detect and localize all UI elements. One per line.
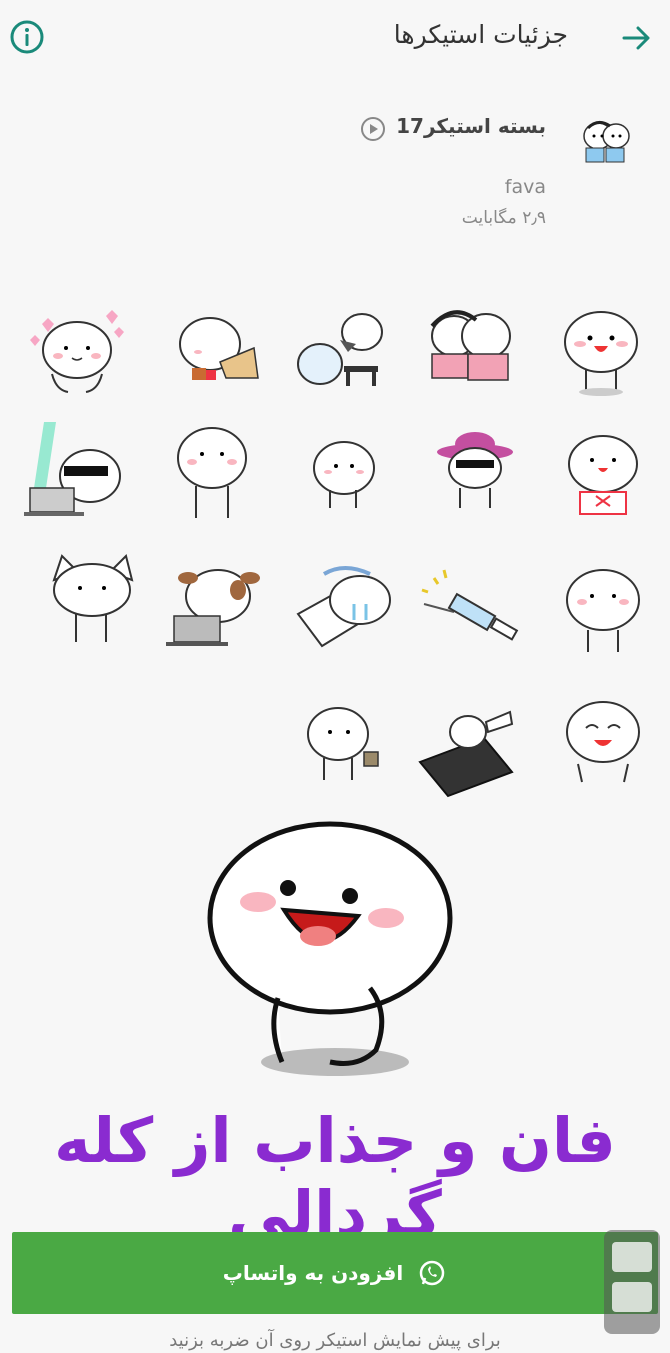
pack-size: ۲٫۹ مگابایت <box>461 208 546 228</box>
sticker-syringe[interactable] <box>414 560 524 670</box>
sticker-peek-blob[interactable] <box>548 556 658 666</box>
app-header: جزئیات استیکرها <box>0 0 670 78</box>
pack-thumbnail <box>583 121 630 163</box>
sticker-couple-blob[interactable] <box>418 296 528 406</box>
sticker-pillow-blob[interactable] <box>294 554 404 664</box>
pack-info: بسته استیکر17 fava ۲٫۹ مگابایت <box>0 100 670 250</box>
sticker-smile-blob[interactable] <box>546 298 656 408</box>
sticker-standing-blob[interactable] <box>160 418 270 528</box>
sticker-small-blob[interactable] <box>294 428 404 538</box>
pack-name: بسته استیکر17 <box>396 114 546 138</box>
play-icon[interactable] <box>360 116 386 142</box>
sticker-cat-blob[interactable] <box>40 550 150 660</box>
store-logo-watermark <box>604 1230 660 1334</box>
sticker-eating-blob[interactable] <box>162 298 272 408</box>
sticker-watering-blob[interactable] <box>290 300 400 410</box>
sticker-laptop-sunglasses-blob[interactable] <box>24 418 134 528</box>
sticker-holding-blob[interactable] <box>294 694 404 804</box>
whatsapp-icon <box>420 1260 445 1286</box>
sticker-dog-laptop-blob[interactable] <box>158 556 268 666</box>
add-to-whatsapp-button[interactable]: افزودن به واتساپ <box>12 1232 658 1314</box>
promo-banner-text: فان و جذاب از کله گردالی <box>54 1104 616 1250</box>
sticker-hearts-blob[interactable] <box>22 294 132 404</box>
arrow-right-icon[interactable] <box>616 18 656 58</box>
big-sticker-smile-blob <box>207 821 453 1076</box>
pack-author: fava <box>504 176 546 198</box>
sticker-laughing-blob[interactable] <box>548 692 658 802</box>
info-icon[interactable] <box>8 18 46 56</box>
page-title: جزئیات استیکرها <box>393 20 568 49</box>
sticker-phone-hand[interactable] <box>414 702 524 812</box>
add-button-label: افزودن به واتساپ <box>222 1261 404 1285</box>
sticker-hat-blob[interactable] <box>420 422 530 532</box>
preview-hint: برای پیش نمایش استیکر روی آن ضربه بزنید <box>169 1330 501 1351</box>
sticker-bow-blob[interactable] <box>548 420 658 530</box>
